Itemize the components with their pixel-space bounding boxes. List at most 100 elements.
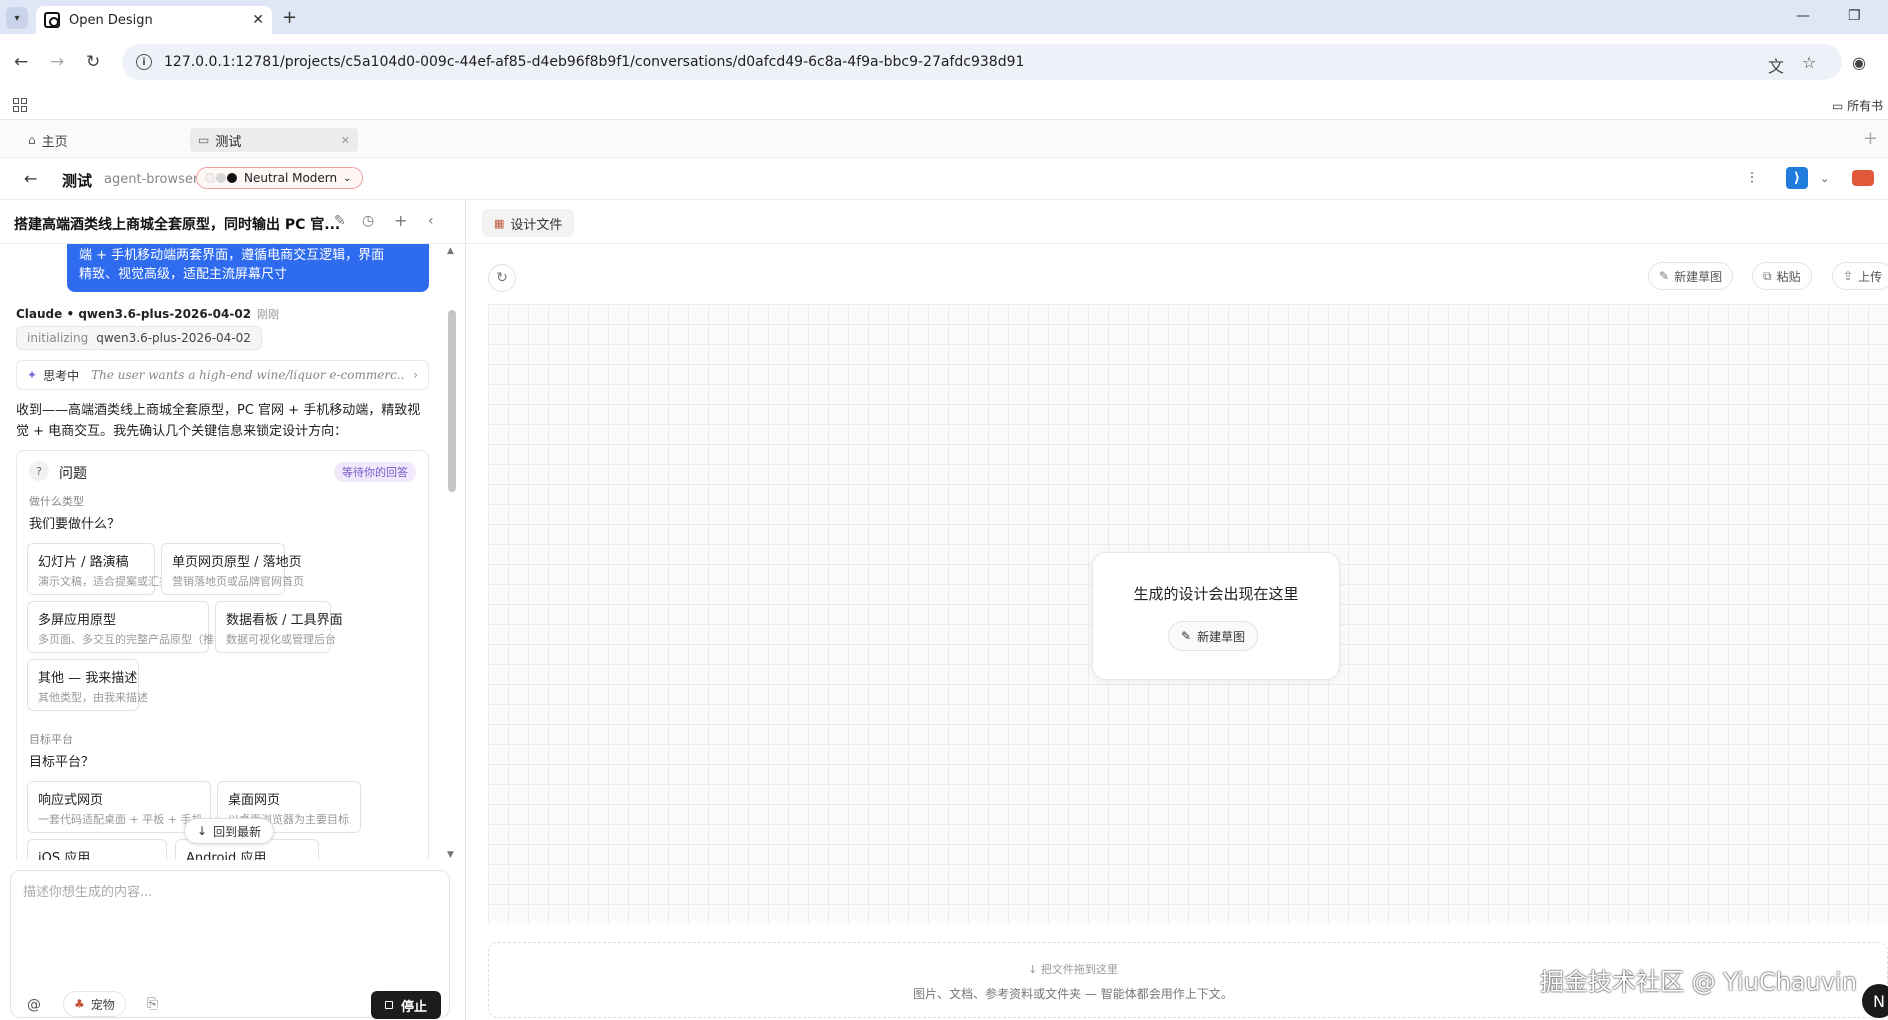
vscode-icon[interactable]: ⟩	[1786, 167, 1808, 189]
option-title: Android 应用	[186, 851, 267, 860]
thinking-block[interactable]: ✦ 思考中 The user wants a high-end wine/liq…	[16, 360, 429, 390]
option-title: 响应式网页	[38, 793, 104, 808]
theme-selector[interactable]: Neutral Modern ⌄	[196, 167, 363, 189]
scroll-thumb[interactable]	[448, 310, 456, 492]
design-canvas[interactable]: 生成的设计会出现在这里 ✎ 新建草图	[488, 304, 1888, 924]
question-title: 问题	[59, 466, 87, 482]
new-sketch-label: 新建草图	[1197, 629, 1246, 644]
grid-icon: ▦	[494, 216, 505, 230]
tab-search-dropdown[interactable]: ▾	[6, 7, 28, 29]
home-icon: ⌂	[28, 133, 36, 147]
attach-icon[interactable]: ⎘	[147, 996, 158, 1012]
tab-design-files[interactable]: ▦ 设计文件	[482, 209, 575, 237]
chat-scrollbar[interactable]: ▲ ▼	[446, 246, 458, 860]
bookmark-star-icon[interactable]: ☆	[1802, 53, 1816, 72]
thinking-text: The user wants a high-end wine/liquor e-…	[91, 368, 406, 382]
close-tab-icon[interactable]: ✕	[252, 12, 264, 28]
design-panel: ▦ 设计文件 ↻ ✎ 新建草图 ⧉ 粘贴 ⇪ 上传 生成的设计会出现在这里 ✎ …	[466, 200, 1888, 1020]
init-status: initializing	[27, 331, 89, 345]
user-message-line: 端 + 手机移动端两套界面，遵循电商交互逻辑，界面	[79, 248, 385, 263]
option-title: 桌面网页	[228, 793, 281, 808]
composer: @ ♣ 宠物 ⎘ 停止	[10, 870, 450, 1019]
swatch-dark-icon	[227, 173, 237, 183]
upload-button[interactable]: ⇪ 上传	[1832, 262, 1888, 290]
option-desc: 多页面、多交互的完整产品原型（推荐）	[38, 633, 236, 646]
forward-icon[interactable]: →	[50, 52, 64, 72]
option-desc: 其他类型，由我来描述	[38, 691, 148, 704]
pet-car-icon[interactable]	[1852, 170, 1874, 186]
option-other[interactable]: 其他 — 我来描述 其他类型，由我来描述	[27, 659, 148, 711]
restore-window-icon[interactable]: ❐	[1848, 8, 1861, 24]
url-field[interactable]: i 127.0.0.1:12781/projects/c5a104d0-009c…	[122, 44, 1842, 80]
new-sketch-button[interactable]: ✎ 新建草图	[1168, 621, 1259, 651]
option-dashboard[interactable]: 数据看板 / 工具界面 数据可视化或管理后台	[215, 601, 343, 653]
pet-icon: ♣	[74, 997, 85, 1011]
scroll-down-icon[interactable]: ▼	[447, 850, 454, 860]
collapse-panel-icon[interactable]: ‹	[428, 213, 434, 229]
new-conversation-icon[interactable]: +	[394, 211, 407, 230]
option-multiscreen-app[interactable]: 多屏应用原型 多页面、多交互的完整产品原型（推荐）	[27, 601, 236, 653]
option-title: 幻灯片 / 路演稿	[38, 555, 129, 570]
scroll-up-icon[interactable]: ▲	[447, 246, 454, 256]
option-title: 其他 — 我来描述	[38, 671, 138, 686]
option-responsive-web[interactable]: 响应式网页 一套代码适配桌面 + 平板 + 手机	[27, 781, 211, 833]
chat-scroll[interactable]: 端 + 手机移动端两套界面，遵循电商交互逻辑，界面 精致、视觉高级，适配主流屏幕…	[0, 244, 452, 860]
user-message-line: 精致、视觉高级，适配主流屏幕尺寸	[79, 267, 288, 282]
new-sketch-button[interactable]: ✎ 新建草图	[1648, 262, 1734, 290]
translate-icon[interactable]: ⽂	[1768, 53, 1784, 77]
close-tab-icon[interactable]: ✕	[341, 134, 350, 147]
chevron-down-icon: ⌄	[343, 172, 352, 184]
back-icon[interactable]: ←	[14, 52, 28, 72]
option-landing-page[interactable]: 单页网页原型 / 落地页 营销落地页或品牌官网首页	[161, 543, 304, 595]
all-bookmarks[interactable]: ▭ 所有书	[1832, 97, 1883, 114]
folder-icon: ▭	[198, 133, 210, 147]
paste-label: 粘贴	[1776, 269, 1801, 284]
profile-icon[interactable]: ◉	[1852, 53, 1866, 72]
stop-button[interactable]: 停止	[371, 991, 441, 1019]
reload-icon[interactable]: ↻	[86, 52, 100, 72]
pet-label: 宠物	[90, 997, 115, 1012]
init-status-chip: initializing qwen3.6-plus-2026-04-02	[16, 326, 262, 350]
option-desc: 营销落地页或品牌官网首页	[172, 575, 304, 588]
chevron-down-icon[interactable]: ⌄	[1820, 172, 1829, 185]
thinking-label: 思考中	[43, 368, 80, 383]
user-message: 端 + 手机移动端两套界面，遵循电商交互逻辑，界面 精致、视觉高级，适配主流屏幕…	[67, 244, 429, 292]
dropzone-desc: 图片、文档、参考资料或文件夹 — 智能体都会用作上下文。	[913, 987, 1233, 1001]
back-arrow-icon[interactable]: ←	[24, 169, 37, 188]
apps-grid-icon[interactable]	[13, 98, 27, 112]
avatar[interactable]: N	[1862, 984, 1888, 1018]
tab-home-label: 主页	[41, 134, 68, 150]
history-icon[interactable]: ◷	[362, 213, 374, 229]
watermark: 掘金技术社区 @ YiuChauvin	[1540, 968, 1857, 996]
swatch-gray-icon	[216, 173, 226, 183]
tab-home[interactable]: ⌂ 主页	[20, 128, 160, 152]
settings-sliders-icon[interactable]: ⫶	[1750, 169, 1754, 187]
upload-icon: ⇪	[1843, 269, 1854, 283]
option-ios-app[interactable]: iOS 应用	[27, 839, 167, 860]
pet-button[interactable]: ♣ 宠物	[63, 991, 126, 1017]
site-info-icon[interactable]: i	[136, 54, 152, 70]
bookmarks-bar: ▭ 所有书	[0, 92, 1888, 120]
new-tab-icon[interactable]: +	[282, 7, 297, 28]
mention-icon[interactable]: @	[27, 997, 41, 1013]
chevron-right-icon: ›	[413, 368, 418, 382]
agent-name: agent-browser	[104, 172, 199, 187]
paste-button[interactable]: ⧉ 粘贴	[1752, 262, 1812, 290]
option-desc: 数据可视化或管理后台	[226, 633, 336, 646]
conversation-title: 搭建高端酒类线上商城全套原型，同时输出 PC 官...	[14, 217, 341, 233]
status-badge: 等待你的回答	[334, 462, 416, 482]
add-tab-icon[interactable]: +	[1863, 128, 1878, 149]
assistant-model: Claude • qwen3.6-plus-2026-04-02	[16, 307, 252, 321]
all-bookmarks-label: 所有书	[1847, 99, 1884, 113]
tab-project[interactable]: ▭ 测试 ✕	[190, 128, 358, 152]
minimize-window-icon[interactable]: —	[1796, 8, 1810, 24]
design-tabs: ▦ 设计文件	[466, 200, 1888, 244]
jump-to-latest-button[interactable]: ↓ 回到最新	[184, 818, 275, 844]
option-slides[interactable]: 幻灯片 / 路演稿 演示文稿，适合提案或汇报	[27, 543, 170, 595]
browser-tab[interactable]: Open Design ✕	[36, 6, 272, 34]
refresh-icon[interactable]: ↻	[488, 264, 516, 292]
edit-icon[interactable]: ✎	[334, 213, 346, 229]
conversation-header: 搭建高端酒类线上商城全套原型，同时输出 PC 官... ✎ ◷ + ‹	[0, 200, 466, 244]
upload-label: 上传	[1858, 269, 1883, 284]
prompt-input[interactable]	[23, 881, 437, 961]
